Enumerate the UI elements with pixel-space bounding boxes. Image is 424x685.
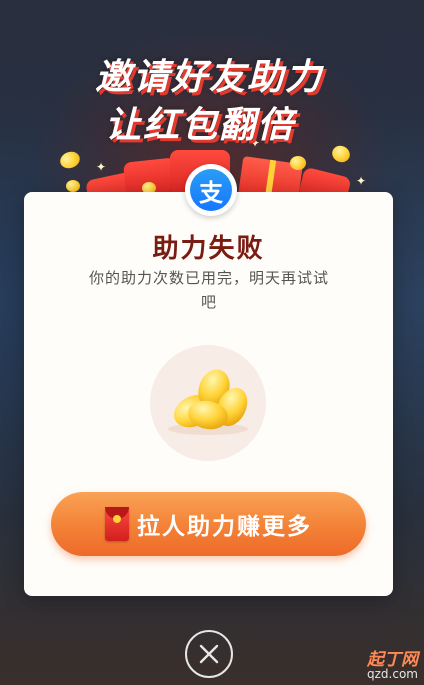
sparkle-icon: ✦ bbox=[96, 160, 107, 174]
close-icon bbox=[199, 644, 219, 664]
gold-beans-icon bbox=[150, 345, 266, 461]
dialog-message: 你的助力次数已用完，明天再试试吧 bbox=[88, 269, 329, 311]
invite-friends-button-label: 拉人助力赚更多 bbox=[137, 514, 312, 540]
dialog-card: 助力失败 你的助力次数已用完，明天再试试吧 拉人助力赚更多 bbox=[24, 192, 393, 596]
banner-title-line2: 让红包翻倍 bbox=[105, 105, 296, 146]
banner-title-line1: 邀请好友助力 bbox=[95, 57, 324, 98]
red-envelope-icon bbox=[105, 507, 129, 541]
invite-friends-button[interactable]: 拉人助力赚更多 bbox=[51, 492, 366, 556]
alipay-logo-icon: 支 bbox=[185, 164, 237, 216]
gold-bean-decoration bbox=[290, 156, 306, 170]
watermark: 起丁网 qzd.com bbox=[367, 650, 418, 682]
sparkle-icon: ✦ bbox=[356, 174, 367, 188]
dialog-title: 助力失败 bbox=[152, 234, 265, 264]
close-button[interactable] bbox=[185, 630, 233, 678]
watermark-line2: qzd.com bbox=[367, 667, 418, 681]
watermark-line1: 起丁网 bbox=[367, 650, 418, 670]
alipay-logo-glyph: 支 bbox=[190, 169, 232, 211]
gold-bean-decoration bbox=[66, 180, 80, 192]
